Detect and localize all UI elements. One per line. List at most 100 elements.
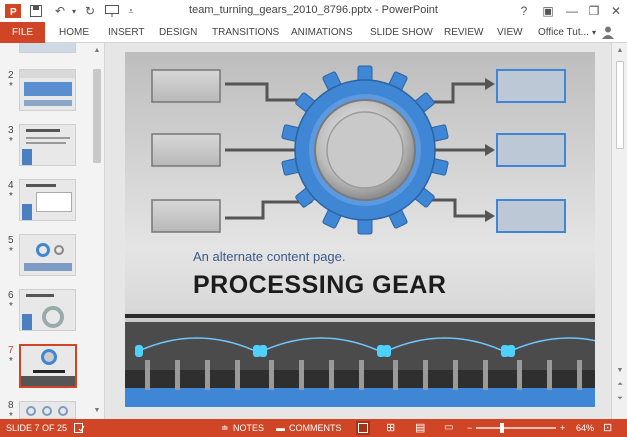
- thumbnail-number: 8: [8, 400, 14, 411]
- slide-thumbnail-3[interactable]: [19, 124, 76, 166]
- separator-bar: [125, 314, 595, 318]
- ribbon-display-options-icon[interactable]: ▣: [539, 2, 557, 20]
- zoom-level[interactable]: 64%: [576, 419, 594, 437]
- scroll-up-icon[interactable]: ▲: [614, 45, 626, 57]
- comments-icon[interactable]: ▬: [276, 419, 285, 437]
- previous-slide-icon[interactable]: ⏶: [614, 379, 626, 391]
- title-bar: P ↶ ▾ ↻ ⩡ team_turning_gears_2010_8796.p…: [0, 0, 627, 22]
- normal-view-frame: [358, 423, 368, 433]
- fit-to-window-icon[interactable]: ⊡: [603, 419, 612, 437]
- tab-review[interactable]: REVIEW: [444, 22, 483, 43]
- comments-button[interactable]: COMMENTS: [289, 419, 342, 437]
- tab-home[interactable]: HOME: [59, 22, 89, 43]
- thumbnail-number: 4: [8, 180, 14, 191]
- tab-insert[interactable]: INSERT: [108, 22, 145, 43]
- close-button[interactable]: ✕: [607, 2, 625, 20]
- machine-post: [393, 360, 398, 390]
- slide-subtitle[interactable]: An alternate content page.: [193, 249, 346, 264]
- status-bar: SLIDE 7 OF 25 ≐ NOTES ▬ COMMENTS ⊞ ▤ ▭ −…: [0, 419, 627, 437]
- thumbnail-number: 7: [8, 345, 14, 356]
- tab-transitions[interactable]: TRANSITIONS: [212, 22, 279, 43]
- slide-thumbnail-6[interactable]: [19, 289, 76, 331]
- restore-button[interactable]: ❐: [585, 2, 603, 20]
- account-dropdown-icon[interactable]: ▾: [592, 22, 596, 43]
- scroll-up-icon[interactable]: ▲: [91, 45, 103, 57]
- reading-view-icon[interactable]: ▤: [415, 419, 425, 437]
- processing-gear: [281, 65, 449, 235]
- slide-sorter-icon[interactable]: ⊞: [386, 419, 395, 437]
- minimize-button[interactable]: —: [563, 2, 581, 20]
- slide-show-icon[interactable]: ▭: [444, 419, 453, 437]
- spell-check-icon[interactable]: [74, 419, 85, 437]
- machine-post: [145, 360, 150, 390]
- slide-canvas[interactable]: An alternate content page. PROCESSING GE…: [125, 52, 595, 407]
- output-box: [496, 199, 566, 233]
- tab-file[interactable]: FILE: [0, 22, 45, 43]
- input-arrows: [225, 82, 303, 220]
- slide-thumbnail-1-partial[interactable]: [19, 43, 76, 53]
- account-name[interactable]: Office Tut...: [538, 22, 589, 43]
- animation-star-icon: *: [9, 356, 13, 367]
- input-box: [151, 133, 221, 167]
- animation-star-icon: *: [9, 81, 13, 92]
- next-slide-icon[interactable]: ⏷: [614, 393, 626, 405]
- zoom-in-button[interactable]: +: [560, 419, 565, 437]
- thumbnail-scrollbar[interactable]: ▲ ▼: [91, 43, 103, 419]
- glowing-node: [507, 345, 515, 357]
- thumbnail-number: 2: [8, 70, 14, 81]
- tab-slide-show[interactable]: SLIDE SHOW: [370, 22, 433, 43]
- slide-editing-area: An alternate content page. PROCESSING GE…: [105, 43, 611, 419]
- machine-post: [547, 360, 552, 390]
- notes-icon[interactable]: ≐: [221, 419, 229, 437]
- machine-post: [423, 360, 428, 390]
- slide-thumbnail-pane: 2 * 3 * 4 * 5 * 6 * 7 * 8 *: [0, 43, 105, 419]
- machine-post: [359, 360, 364, 390]
- scroll-down-icon[interactable]: ▼: [91, 405, 103, 417]
- powerpoint-window: P ↶ ▾ ↻ ⩡ team_turning_gears_2010_8796.p…: [0, 0, 627, 437]
- glowing-node: [135, 345, 143, 357]
- slide-thumbnail-8[interactable]: [19, 401, 76, 419]
- thumbnail-number: 6: [8, 290, 14, 301]
- slide-thumbnail-5[interactable]: [19, 234, 76, 276]
- gear-machinery-strip: [125, 322, 595, 407]
- machine-post: [235, 360, 240, 390]
- zoom-out-button[interactable]: −: [467, 419, 472, 437]
- machine-post: [269, 360, 274, 390]
- animation-star-icon: *: [9, 411, 13, 419]
- slide-heading[interactable]: PROCESSING GEAR: [193, 271, 446, 300]
- zoom-slider-thumb[interactable]: [499, 423, 504, 433]
- output-arrowheads: [485, 78, 495, 222]
- scroll-down-icon[interactable]: ▼: [614, 365, 626, 377]
- thumbnail-number: 5: [8, 235, 14, 246]
- animation-star-icon: *: [9, 191, 13, 202]
- tab-view[interactable]: VIEW: [497, 22, 523, 43]
- scrollbar-thumb[interactable]: [93, 69, 101, 163]
- machine-post: [175, 360, 180, 390]
- notes-button[interactable]: NOTES: [233, 419, 264, 437]
- thumbnail-number: 3: [8, 125, 14, 136]
- animation-star-icon: *: [9, 301, 13, 312]
- output-box: [496, 133, 566, 167]
- machine-post: [453, 360, 458, 390]
- animation-star-icon: *: [9, 136, 13, 147]
- scrollbar-thumb[interactable]: [616, 61, 624, 149]
- slide-scrollbar[interactable]: ▲ ▼ ⏶ ⏷: [611, 43, 627, 419]
- machine-post: [329, 360, 334, 390]
- slide-thumbnail-2[interactable]: [19, 69, 76, 111]
- output-box: [496, 69, 566, 103]
- tab-design[interactable]: DESIGN: [159, 22, 197, 43]
- slide-counter: SLIDE 7 OF 25: [6, 423, 68, 433]
- animation-star-icon: *: [9, 246, 13, 257]
- glowing-node: [259, 345, 267, 357]
- machine-post: [517, 360, 522, 390]
- input-box: [151, 199, 221, 233]
- tab-animations[interactable]: ANIMATIONS: [291, 22, 352, 43]
- zoom-slider[interactable]: [476, 427, 556, 429]
- glowing-node: [383, 345, 391, 357]
- machine-post: [299, 360, 304, 390]
- help-icon[interactable]: ?: [515, 2, 533, 20]
- slide-thumbnail-7[interactable]: [19, 344, 77, 388]
- machine-post: [483, 360, 488, 390]
- slide-artwork: [125, 65, 595, 407]
- slide-thumbnail-4[interactable]: [19, 179, 76, 221]
